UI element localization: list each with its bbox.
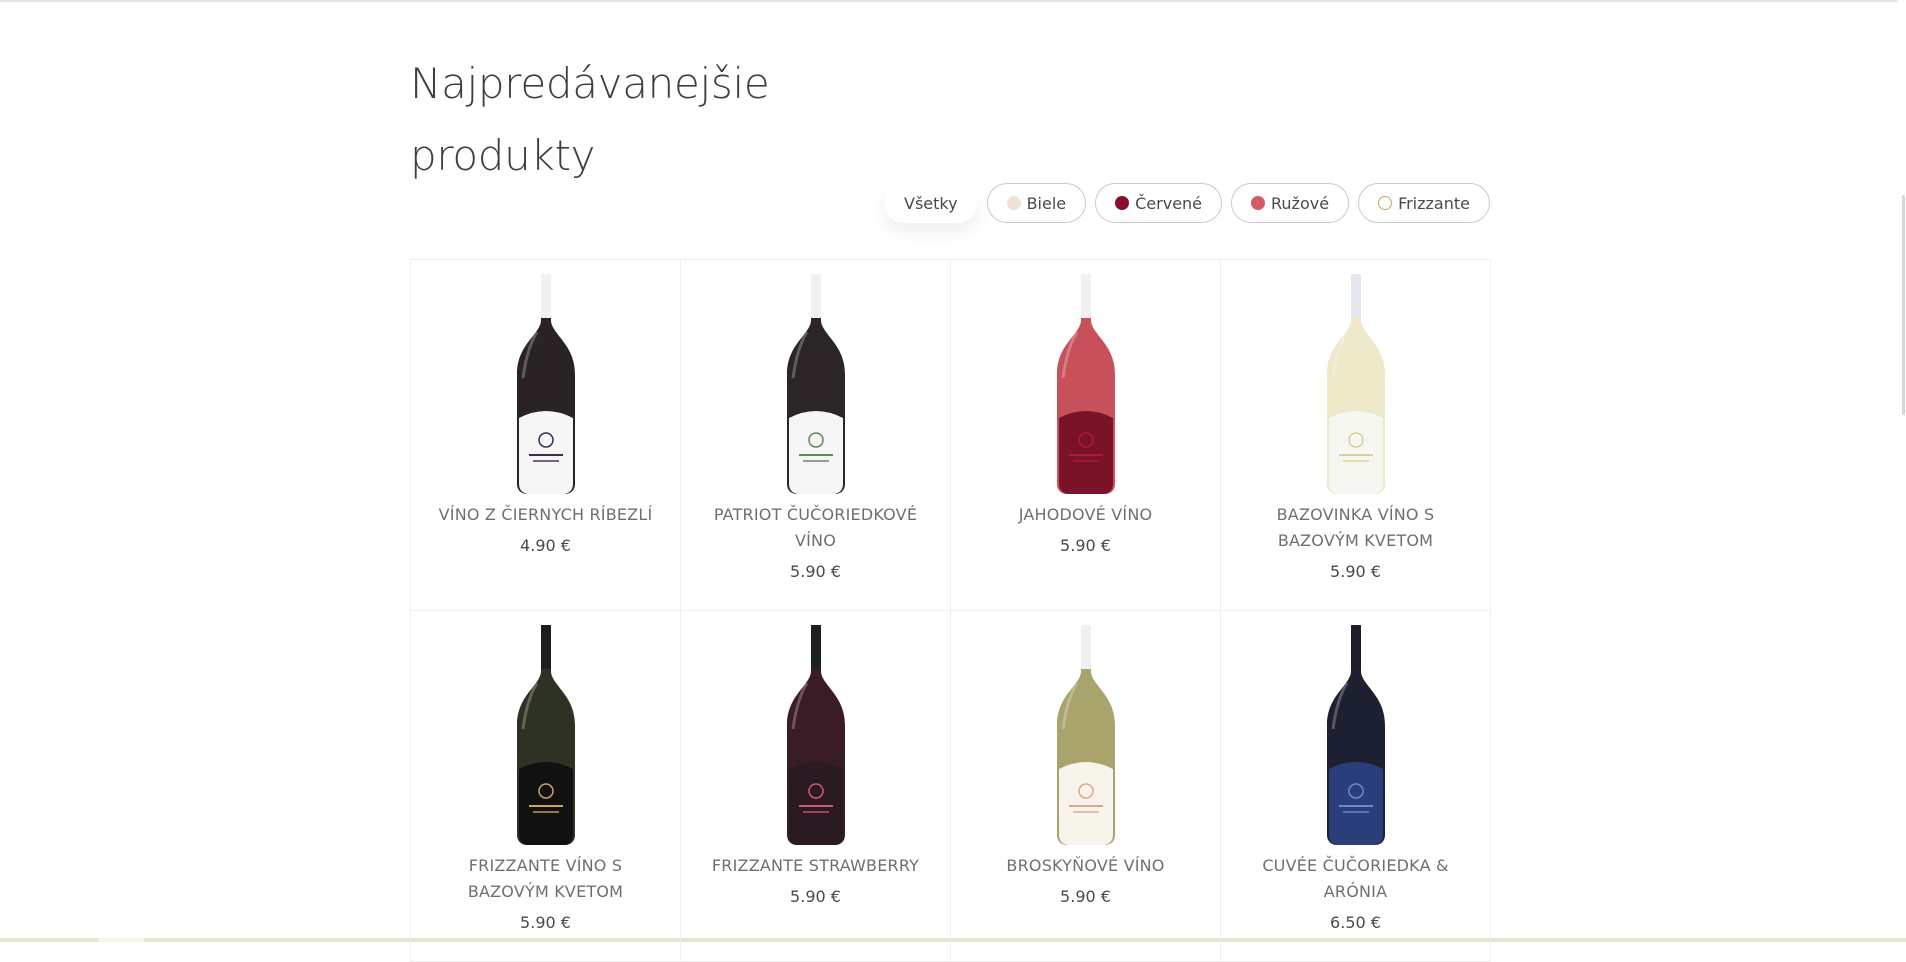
blueberry-wine-bottle-icon [786,274,845,494]
color-dot-icon [1006,196,1021,210]
filter-all-button[interactable]: Všetky [884,183,978,223]
strawberry-wine-bottle-icon [1056,274,1115,494]
filter-label: Ružové [1271,193,1330,213]
product-card[interactable]: JAHODOVÉ VÍNO 5.90 € [951,260,1221,611]
scrollbar-thumb[interactable] [1902,195,1905,415]
product-image[interactable] [411,260,680,502]
product-name[interactable]: PATRIOT ČUČORIEDKOVÉ VÍNO [706,502,926,554]
filter-red-button[interactable]: Červené [1095,183,1223,223]
page-title: Najpredávanejšie produkty [410,48,830,192]
filter-rose-button[interactable]: Ružové [1231,183,1350,223]
frizzante-elderflower-bottle-icon [516,625,575,845]
filter-label: Všetky [904,193,958,213]
filter-frizzante-button[interactable]: Frizzante [1358,183,1490,223]
elderflower-wine-bottle-icon [1326,274,1385,494]
product-image[interactable] [1221,611,1490,853]
product-name[interactable]: FRIZZANTE VÍNO S BAZOVÝM KVETOM [436,853,656,905]
blackcurrant-wine-bottle-icon [516,274,575,494]
product-image[interactable] [681,611,950,853]
product-card[interactable]: VÍNO Z ČIERNYCH RÍBEZLÍ 4.90 € [411,260,681,611]
product-name[interactable]: BROSKYŇOVÉ VÍNO [976,853,1196,879]
product-card[interactable]: BROSKYŇOVÉ VÍNO 5.90 € [951,611,1221,962]
product-name[interactable]: FRIZZANTE STRAWBERRY [706,853,926,879]
color-dot-icon [1251,196,1266,210]
product-price: 5.90 € [1330,562,1381,581]
product-image[interactable] [681,260,950,502]
product-price: 5.90 € [790,887,841,906]
product-name[interactable]: VÍNO Z ČIERNYCH RÍBEZLÍ [436,502,656,528]
product-card[interactable]: FRIZZANTE VÍNO S BAZOVÝM KVETOM 5.90 € [411,611,681,962]
color-dot-icon [1378,196,1393,210]
product-card[interactable]: BAZOVINKA VÍNO S BAZOVÝM KVETOM 5.90 € [1221,260,1491,611]
product-price: 5.90 € [790,562,841,581]
peach-wine-bottle-icon [1056,625,1115,845]
filter-label: Červené [1135,193,1203,213]
page-title-line1: Najpredávanejšie [410,59,770,108]
product-name[interactable]: BAZOVINKA VÍNO S BAZOVÝM KVETOM [1246,502,1466,554]
wine-filter-bar: Všetky Biele Červené Ružové Frizzante [884,183,1490,223]
product-price: 5.90 € [1060,887,1111,906]
scrollbar[interactable] [1898,0,1906,938]
filter-label: Biele [1026,193,1067,213]
product-name[interactable]: CUVÉE ČUČORIEDKA & ARÓNIA [1246,853,1466,905]
product-card[interactable]: PATRIOT ČUČORIEDKOVÉ VÍNO 5.90 € [681,260,951,611]
top-divider [0,0,1906,2]
product-price: 6.50 € [1330,913,1381,932]
product-image[interactable] [951,611,1220,853]
product-price: 5.90 € [520,913,571,932]
product-image[interactable] [411,611,680,853]
product-name[interactable]: JAHODOVÉ VÍNO [976,502,1196,528]
filter-white-button[interactable]: Biele [986,183,1087,223]
blueberry-aronia-bottle-icon [1326,625,1385,845]
page-title-line2: produkty [410,131,596,180]
product-price: 5.90 € [1060,536,1111,555]
product-card[interactable]: FRIZZANTE STRAWBERRY 5.90 € [681,611,951,962]
frizzante-strawberry-bottle-icon [786,625,845,845]
product-price: 4.90 € [520,536,571,555]
product-grid: VÍNO Z ČIERNYCH RÍBEZLÍ 4.90 € PATRIOT ČUČ… [410,259,1492,962]
filter-label: Frizzante [1398,193,1470,213]
product-card[interactable]: CUVÉE ČUČORIEDKA & ARÓNIA 6.50 € [1221,611,1491,962]
product-image[interactable] [1221,260,1490,502]
color-dot-icon [1115,196,1130,210]
product-image[interactable] [951,260,1220,502]
